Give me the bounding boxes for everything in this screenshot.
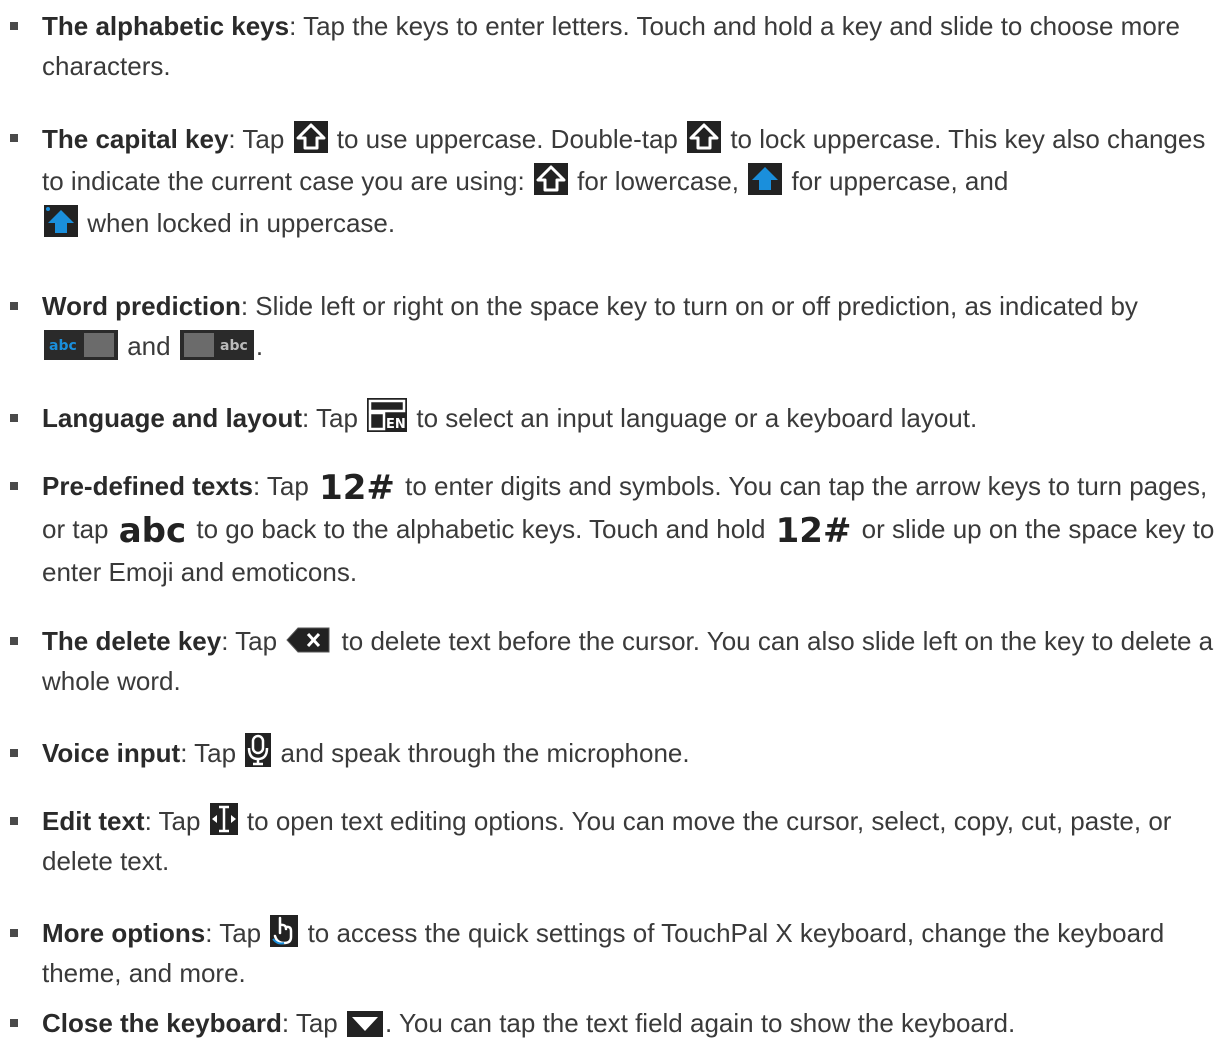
item-term: Voice input (42, 738, 181, 768)
item-text: The delete key: Tap to delete text befor… (42, 625, 1214, 696)
text-cursor-icon (209, 803, 238, 835)
item-term: Pre-defined texts (42, 471, 253, 501)
bullet (10, 482, 18, 490)
digits-symbols-icon: 12# (319, 468, 395, 508)
item-text: Voice input: Tap and speak through the m… (42, 733, 1221, 773)
item-term: The capital key (42, 124, 229, 154)
item-text: Edit text: Tap to open text editing opti… (42, 801, 1221, 881)
prediction-on-icon: abc (44, 330, 118, 360)
item-term: Close the keyboard (42, 1008, 282, 1038)
shift-outline-icon (533, 163, 568, 195)
microphone-icon (245, 733, 272, 767)
language-layout-icon: EN (367, 398, 408, 432)
digits-symbols-icon: 12# (775, 511, 852, 551)
item-term: Language and layout (42, 403, 303, 433)
delete-key-icon (286, 625, 333, 655)
item-text: Pre-defined texts: Tap 12# to enter digi… (42, 468, 1215, 587)
item-text: Language and layout: Tap EN to select an… (42, 398, 1221, 438)
shift-outline-icon (687, 121, 722, 153)
abc-icon: abc (118, 511, 187, 551)
item-text: Word prediction: Slide left or right on … (42, 291, 1138, 361)
item-term: The alphabetic keys (42, 11, 290, 41)
bullet (10, 749, 18, 757)
bullet (10, 302, 18, 310)
item-text: The alphabetic keys: Tap the keys to ent… (42, 11, 1180, 81)
close-keyboard-icon (346, 1011, 383, 1037)
shift-outline-icon (293, 121, 328, 153)
item-text: Close the keyboard: Tap . You can tap th… (42, 1008, 1016, 1038)
svg-text:EN: EN (386, 417, 406, 432)
bullet (10, 1019, 18, 1027)
bullet (10, 637, 18, 645)
svg-text:abc: abc (220, 338, 248, 354)
prediction-off-icon: abc (179, 330, 254, 360)
item-term: The delete key (42, 626, 222, 656)
item-term: Word prediction (42, 291, 241, 321)
bullet (10, 134, 18, 142)
item-text: More options: Tap to access the quick se… (42, 913, 1221, 993)
svg-text:abc: abc (49, 338, 77, 354)
shift-locked-blue-icon (44, 205, 78, 237)
item-term: Edit text (42, 806, 145, 836)
bullet (10, 414, 18, 422)
more-options-hand-icon (270, 915, 299, 947)
item-text: The capital key: Tap to use uppercase. D… (42, 118, 1221, 244)
item-term: More options (42, 918, 206, 948)
bullet (10, 22, 18, 30)
shift-filled-blue-icon (748, 163, 783, 195)
bullet (10, 817, 18, 825)
bullet (10, 929, 18, 937)
